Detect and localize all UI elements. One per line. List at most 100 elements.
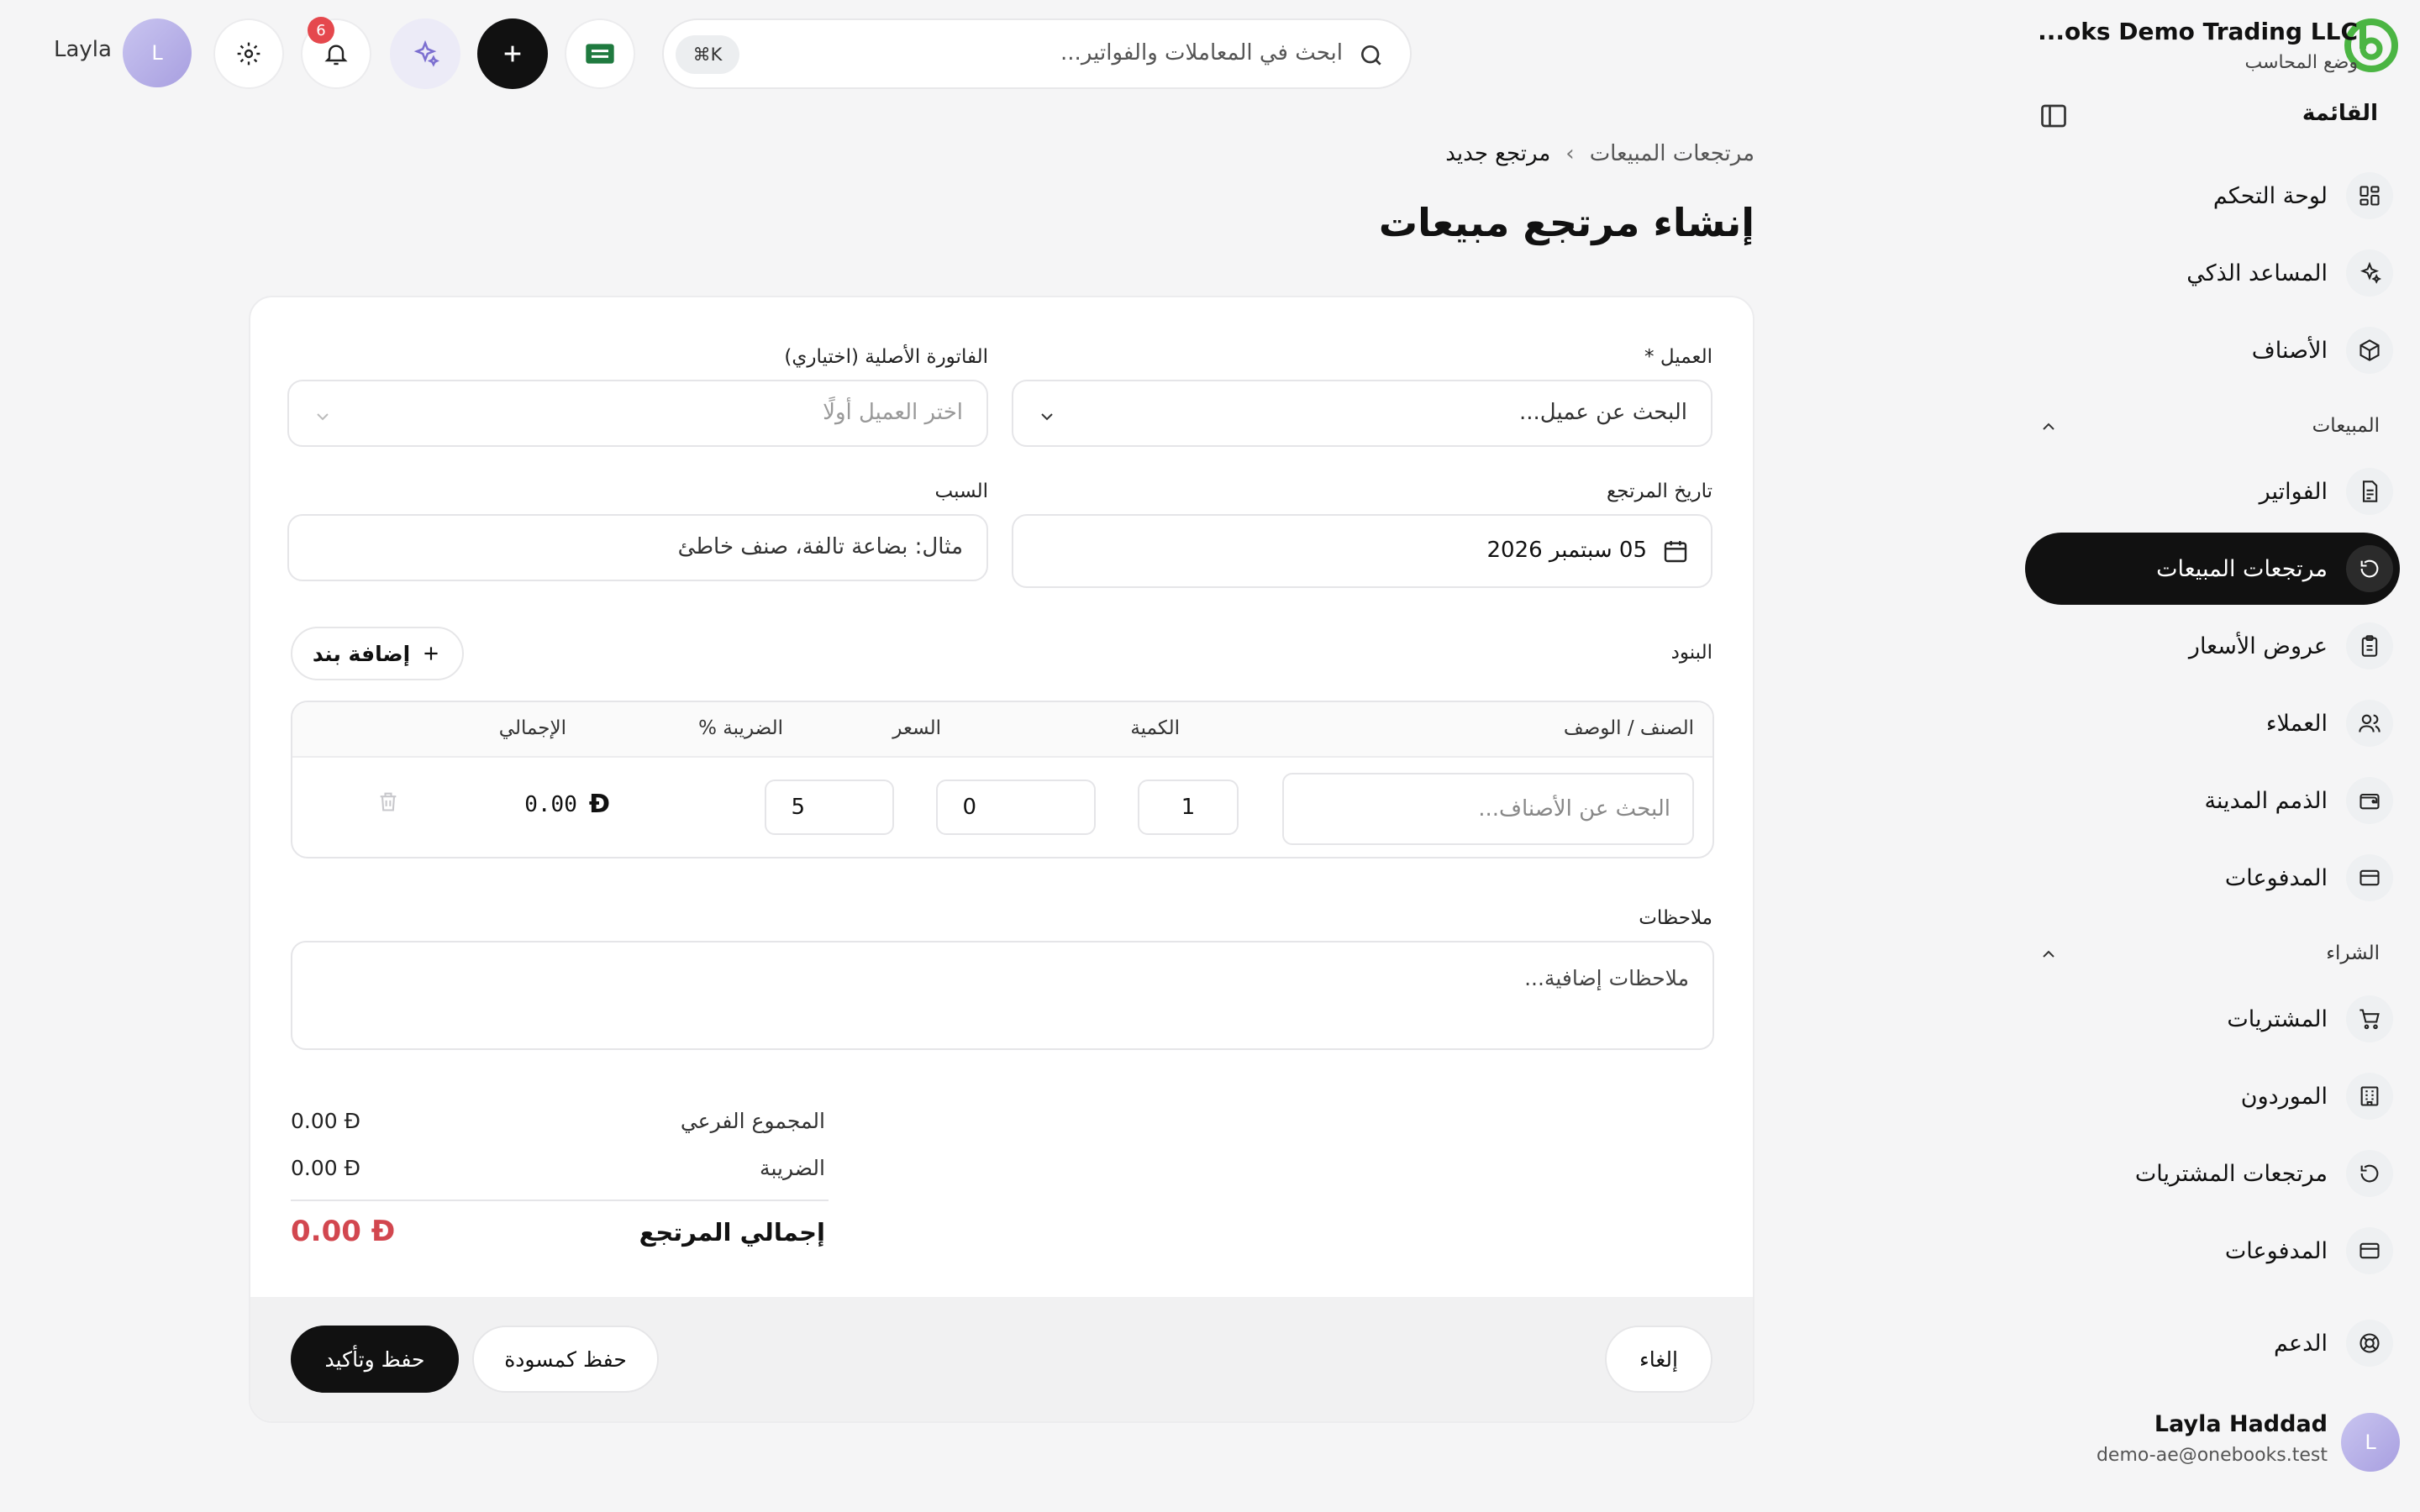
chevron-up-icon[interactable] [2039,944,2059,964]
sidebar-item-label: لوحة التحكم [2212,182,2328,209]
plus-icon [499,40,526,67]
save-draft-button[interactable]: حفظ كمسودة [472,1326,659,1393]
settings-button[interactable] [213,18,284,89]
quantity-input[interactable]: 1 [1138,780,1239,835]
column-price: السعر [892,717,941,739]
cancel-label: إلغاء [1639,1347,1678,1372]
users-icon [2346,700,2393,747]
column-item: الصنف / الوصف [1563,717,1694,739]
rotate-icon [2346,545,2393,592]
quick-action-button[interactable] [565,18,635,89]
sidebar-item-label: عروض الأسعار [2188,633,2328,659]
sparkles-icon [411,39,439,68]
topbar-user-name: Layla [54,37,112,62]
building-icon [2346,1073,2393,1120]
save-confirm-button[interactable]: حفظ وتأكيد [291,1326,459,1393]
original-invoice-select[interactable]: اختر العميل أولًا [287,380,988,447]
sidebar-item-label: الدعم [2274,1330,2328,1357]
chevron-down-icon [1037,407,1057,427]
invoice-placeholder: اختر العميل أولًا [823,400,963,425]
sidebar-item-suppliers[interactable]: الموردون [2025,1060,2400,1132]
subtotal-label: المجموع الفرعي [680,1109,825,1133]
return-date-field[interactable]: 05 سبتمبر 2026 [1012,514,1712,588]
row-total: 0.00 Đ [524,790,610,819]
avatar[interactable]: L [123,18,192,87]
lifebuoy-icon [2346,1320,2393,1367]
return-form-card: العميل * البحث عن عميل... الفاتورة الأصل… [249,296,1754,1423]
add-item-button[interactable]: إضافة بند [291,627,464,680]
sidebar-item-quotes[interactable]: عروض الأسعار [2025,610,2400,682]
add-item-label: إضافة بند [312,641,411,666]
sidebar-item-label: المدفوعات [2224,1237,2328,1264]
sidebar-item-label: مرتجعات المبيعات [2156,555,2328,582]
sparkles-icon [2346,249,2393,297]
notifications-button[interactable]: 6 [301,17,371,89]
sidebar-item-invoices[interactable]: الفواتير [2025,455,2400,528]
wallet-icon [2346,777,2393,824]
breadcrumb-parent[interactable]: مرتجعات المبيعات [1590,141,1754,166]
customer-select[interactable]: البحث عن عميل... [1012,380,1712,447]
chevron-up-icon[interactable] [2039,417,2059,437]
price-input[interactable]: 0 [936,780,1096,835]
notes-placeholder: ملاحظات إضافية... [1524,966,1689,990]
items-table: الصنف / الوصف الكمية السعر الضريبة % الإ… [291,701,1714,858]
rotate-icon [2346,1150,2393,1197]
section-sales: المبيعات [2312,415,2380,437]
item-search-input[interactable]: البحث عن الأصناف... [1282,773,1694,845]
items-label: البنود [1670,642,1712,664]
user-footer[interactable]: L Layla Haddad demo-ae@onebooks.test [2025,1411,2400,1478]
user-name: Layla Haddad [2154,1411,2328,1437]
sidebar-item-label: العملاء [2265,710,2328,737]
column-total: الإجمالي [498,717,566,739]
plus-icon [420,643,442,664]
search-icon [1358,42,1385,69]
column-qty: الكمية [1130,717,1180,739]
page-title: إنشاء مرتجع مبيعات [1378,200,1754,245]
sidebar-item-support[interactable]: الدعم [2025,1307,2400,1379]
sidebar-toggle-icon[interactable] [2039,101,2069,131]
notes-textarea[interactable]: ملاحظات إضافية... [291,941,1714,1050]
calendar-icon [1662,538,1689,564]
search-placeholder: ابحث في المعاملات والفواتير... [1060,40,1343,66]
sidebar-item-sales-returns[interactable]: مرتجعات المبيعات [2025,533,2400,605]
sidebar-item-payments[interactable]: المدفوعات [2025,842,2400,914]
sidebar-item-label: الفواتير [2259,478,2328,505]
tax-label: الضريبة [760,1156,825,1180]
sidebar-item-purchase-payments[interactable]: المدفوعات [2025,1215,2400,1287]
notification-count-badge: 6 [308,17,334,44]
box-icon [2346,327,2393,374]
document-icon [2346,468,2393,515]
breadcrumb-current: مرتجع جديد [1445,141,1551,166]
sidebar-item-dashboard[interactable]: لوحة التحكم [2025,160,2400,232]
reason-placeholder: مثال: بضاعة تالفة، صنف خاطئ [677,534,963,559]
sidebar-item-assistant[interactable]: المساعد الذكي [2025,237,2400,309]
clipboard-icon [2346,622,2393,669]
sidebar-item-purchases[interactable]: المشتريات [2025,983,2400,1055]
quantity-value: 1 [1181,795,1196,820]
notes-label: ملاحظات [1639,907,1712,929]
row-total-value: 0.00 [524,791,577,817]
sidebar-item-customers[interactable]: العملاء [2025,687,2400,759]
trash-icon[interactable] [376,790,400,813]
price-value: 0 [962,795,976,820]
menu-title: القائمة [2302,101,2378,126]
ai-assistant-button[interactable] [390,18,460,89]
tax-value: 0.00 Đ [291,1156,360,1180]
sidebar-item-purchase-returns[interactable]: مرتجعات المشتريات [2025,1137,2400,1210]
item-search-placeholder: البحث عن الأصناف... [1478,796,1670,822]
total-label: إجمالي المرتجع [639,1218,825,1247]
cancel-button[interactable]: إلغاء [1605,1326,1712,1393]
reason-input[interactable]: مثال: بضاعة تالفة، صنف خاطئ [287,514,988,581]
tax-input[interactable]: 5 [765,780,894,835]
sidebar-item-label: الأصناف [2251,337,2328,364]
sidebar-item-items[interactable]: الأصناف [2025,314,2400,386]
sidebar-item-label: مرتجعات المشتريات [2134,1160,2328,1187]
customer-label: العميل * [1644,346,1712,368]
customer-placeholder: البحث عن عميل... [1518,400,1687,425]
sidebar-item-receivables[interactable]: الذمم المدينة [2025,764,2400,837]
shortcut-badge: ⌘K [676,35,739,74]
search-input[interactable]: ابحث في المعاملات والفواتير... ⌘K [662,18,1412,89]
create-button[interactable] [477,18,548,89]
card-icon [2346,854,2393,901]
reason-label: السبب [934,480,988,502]
